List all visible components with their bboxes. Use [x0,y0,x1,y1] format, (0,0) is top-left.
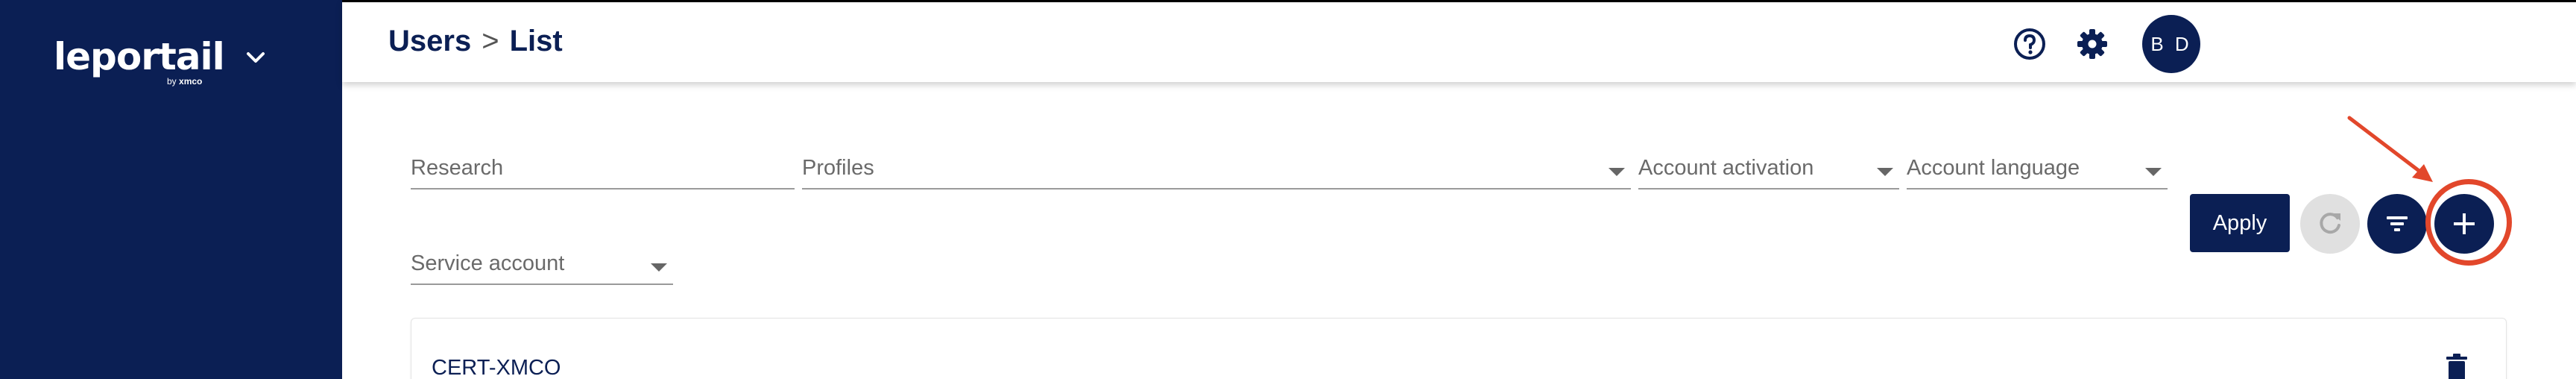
research-placeholder: Research [411,156,504,180]
list-item[interactable]: CERT-XMCO [411,318,2507,379]
service-account-placeholder: Service account [411,251,565,275]
account-language-placeholder: Account language [1907,156,2080,180]
account-activation-placeholder: Account activation [1638,156,1814,180]
logo-text: leportail [54,35,225,78]
top-header: Users > List [342,0,2576,82]
plus-icon [2454,213,2475,234]
app-logo[interactable]: leportail by xmco [54,35,225,87]
profiles-select[interactable]: Profiles [802,154,1631,190]
breadcrumb-separator: > [482,25,499,57]
account-activation-select[interactable]: Account activation [1638,154,1899,190]
add-user-button[interactable] [2434,194,2494,254]
dropdown-arrow-icon [1877,168,1893,176]
annotation-arrow-icon [2347,116,2433,182]
dropdown-arrow-icon [651,263,667,272]
breadcrumb: Users > List [388,25,563,58]
chevron-down-icon[interactable] [244,51,277,66]
trash-icon[interactable] [2445,354,2469,379]
dropdown-arrow-icon [1609,168,1625,176]
service-account-select[interactable]: Service account [411,249,673,285]
refresh-icon [2320,213,2340,234]
breadcrumb-list: List [509,25,563,57]
apply-button[interactable]: Apply [2190,194,2290,252]
list-item-name: CERT-XMCO [432,356,561,379]
sidebar: leportail by xmco [0,0,342,379]
filter-button[interactable] [2367,194,2427,254]
filter-icon [2387,216,2408,231]
research-input[interactable]: Research [411,154,795,190]
profiles-placeholder: Profiles [802,156,874,180]
refresh-button[interactable] [2300,194,2360,254]
breadcrumb-users[interactable]: Users [388,25,471,57]
account-language-select[interactable]: Account language [1907,154,2168,190]
gear-icon[interactable] [2075,27,2109,61]
dropdown-arrow-icon [2145,168,2162,176]
user-avatar[interactable]: B D [2142,15,2200,73]
help-circle-icon[interactable] [2012,27,2047,61]
logo-subtitle: by xmco [167,76,203,87]
